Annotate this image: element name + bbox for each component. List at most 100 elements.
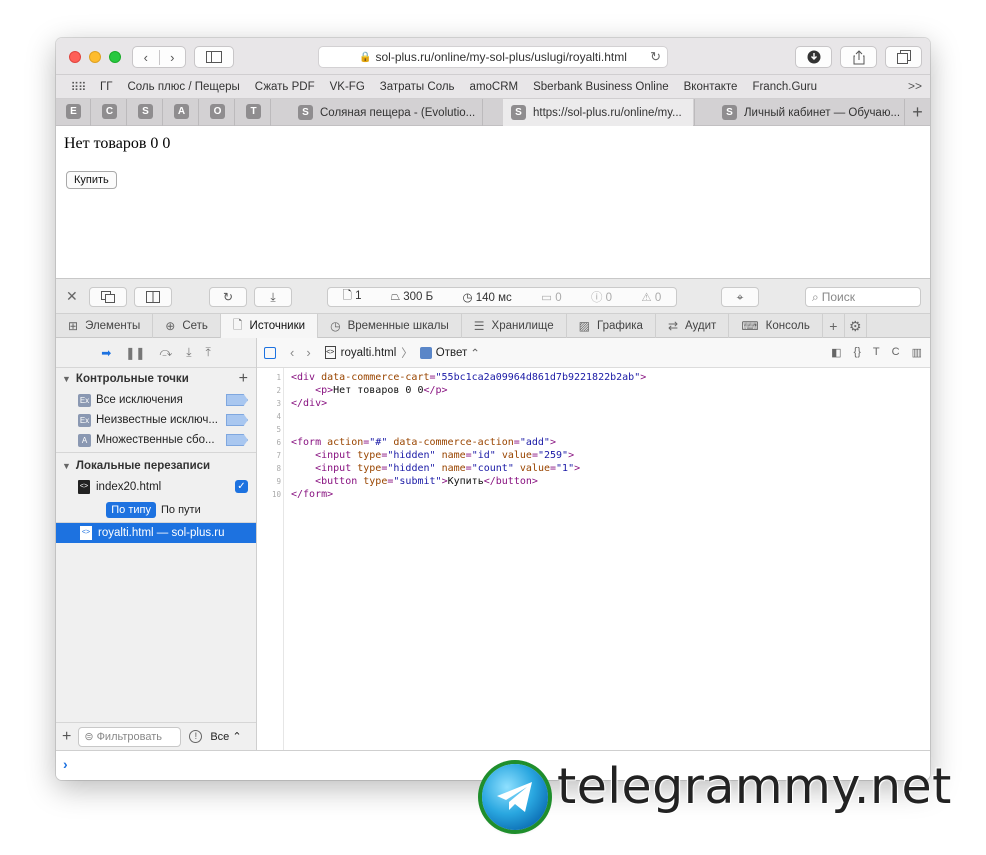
overrides-header[interactable]: ▼ Локальные перезаписи: [56, 455, 256, 477]
bookmark[interactable]: Сжать PDF: [255, 81, 315, 93]
bookmark[interactable]: Sberbank Business Online: [533, 81, 669, 93]
share-button[interactable]: [840, 46, 877, 68]
breadcrumb-response[interactable]: Ответ ⌃: [419, 346, 480, 360]
filter-input[interactable]: ⊜ Фильтровать: [78, 726, 182, 747]
line-number[interactable]: 10: [257, 490, 281, 499]
step-over-icon[interactable]: ⤼: [159, 345, 172, 360]
grid-icon[interactable]: ⠿⠿: [56, 80, 100, 94]
close-icon[interactable]: ✕: [66, 288, 78, 305]
line-number[interactable]: 2: [257, 386, 281, 395]
minimize-window-button[interactable]: [89, 51, 101, 63]
blackbox-icon[interactable]: ◧: [831, 346, 841, 359]
breakpoint-item[interactable]: A Множественные сбо...: [56, 430, 256, 450]
warnings-count: ⚠ 0: [641, 292, 662, 304]
pinned-tab[interactable]: S: [138, 104, 153, 119]
add-icon[interactable]: +: [62, 728, 71, 746]
details-sidebar-icon[interactable]: ▥: [912, 346, 922, 359]
pinned-tab[interactable]: E: [66, 104, 81, 119]
bookmark[interactable]: Затраты Соль: [380, 81, 455, 93]
inspect-button[interactable]: ⌖: [721, 287, 759, 307]
history-nav-icons[interactable]: ‹›: [290, 345, 323, 360]
split-button[interactable]: [134, 287, 172, 307]
bookmark[interactable]: amoCRM: [470, 81, 519, 93]
tab-graphics[interactable]: ▨ Графика: [567, 314, 656, 338]
navigator-toggle-icon[interactable]: [264, 346, 276, 359]
line-number[interactable]: 5: [257, 425, 281, 434]
address-bar[interactable]: 🔒 sol-plus.ru/online/my-sol-plus/uslugi/…: [318, 46, 668, 68]
line-number[interactable]: 1: [257, 373, 281, 382]
bookmark[interactable]: VK-FG: [330, 81, 365, 93]
tab-storage[interactable]: ☰ Хранилище: [462, 314, 567, 338]
tab-console[interactable]: ⌨ Консоль: [729, 314, 823, 338]
tab-audit[interactable]: ⇄ Аудит: [656, 314, 730, 338]
info-icon[interactable]: !: [189, 730, 203, 743]
undock-button[interactable]: [89, 287, 127, 307]
checkbox-checked-icon[interactable]: ✓: [235, 480, 248, 493]
pretty-print-icon[interactable]: {}: [854, 346, 861, 359]
tab-timelines[interactable]: ◷ Временные шкалы: [318, 314, 462, 338]
reload-page-button[interactable]: ↻: [209, 287, 247, 307]
bookmark[interactable]: ГГ: [100, 81, 112, 93]
bookmark[interactable]: Вконтакте: [684, 81, 738, 93]
back-icon[interactable]: ‹: [133, 49, 160, 65]
group-by-type[interactable]: По типу: [106, 501, 156, 518]
line-number[interactable]: 4: [257, 412, 281, 421]
resource-item-selected[interactable]: <> royalti.html — sol-plus.ru: [56, 523, 256, 543]
browser-tab-active[interactable]: S https://sol-plus.ru/online/my...: [503, 99, 693, 126]
add-tab-icon[interactable]: +: [823, 314, 845, 337]
breadcrumb-file[interactable]: <> royalti.html: [324, 346, 396, 359]
line-number[interactable]: 9: [257, 477, 281, 486]
add-breakpoint-icon[interactable]: +: [239, 370, 248, 388]
coverage-icon[interactable]: C: [892, 346, 900, 359]
zoom-window-button[interactable]: [109, 51, 121, 63]
pause-icon[interactable]: ❚❚: [125, 346, 145, 360]
reload-icon[interactable]: ↻: [650, 49, 661, 65]
line-number[interactable]: 8: [257, 464, 281, 473]
pinned-tab[interactable]: T: [246, 104, 261, 119]
download-archive-button[interactable]: ⤓: [254, 287, 292, 307]
graphics-icon: ▨: [578, 319, 590, 333]
sidebar-toggle-button[interactable]: [194, 46, 234, 68]
tab-sources[interactable]: 🗋 Источники: [220, 314, 319, 338]
group-by-path[interactable]: По пути: [156, 502, 206, 518]
step-out-icon[interactable]: ⤒: [206, 345, 211, 360]
close-window-button[interactable]: [69, 51, 81, 63]
buy-button[interactable]: Купить: [66, 171, 117, 189]
forward-icon[interactable]: ›: [160, 50, 186, 65]
pinned-tab[interactable]: A: [174, 104, 189, 119]
breakpoint-flag-icon[interactable]: [226, 434, 248, 446]
line-number[interactable]: 7: [257, 451, 281, 460]
source-code[interactable]: 1 2 3 4 5 6 7 8 9 10 <div data-commerce-cart="55b…: [257, 368, 930, 750]
bookmark[interactable]: Соль плюс / Пещеры: [127, 81, 239, 93]
breakpoints-header[interactable]: ▼ Контрольные точки +: [56, 368, 256, 390]
line-number[interactable]: 3: [257, 399, 281, 408]
scope-select[interactable]: Все ⌃: [210, 730, 241, 743]
override-item[interactable]: <> index20.html ✓: [56, 477, 256, 497]
tab-favicon: S: [511, 105, 526, 120]
tab-network[interactable]: ⊕ Сеть: [153, 314, 221, 338]
line-number[interactable]: 6: [257, 438, 281, 447]
tabs-overview-button[interactable]: [885, 46, 922, 68]
browser-tab[interactable]: S Соляная пещера - (Evolutio...: [290, 99, 482, 126]
resources-count: 🗋 1: [342, 289, 362, 302]
new-tab-button[interactable]: +: [904, 99, 930, 126]
breakpoints-toggle-icon[interactable]: ➡: [101, 346, 111, 360]
downloads-button[interactable]: [795, 46, 832, 68]
browser-tab[interactable]: S Личный кабинет — Обучаю...: [714, 99, 904, 126]
bookmarks-overflow-button[interactable]: >>: [908, 79, 922, 93]
breakpoint-flag-icon[interactable]: [226, 394, 248, 406]
tab-favicon: S: [298, 105, 313, 120]
breakpoint-item[interactable]: Ex Все исключения: [56, 390, 256, 410]
code-line: <div data-commerce-cart="55bc1ca2a09964d…: [291, 372, 647, 383]
breakpoint-flag-icon[interactable]: [226, 414, 248, 426]
pinned-tab[interactable]: O: [210, 104, 225, 119]
step-in-icon[interactable]: ⤓: [186, 345, 191, 360]
type-info-icon[interactable]: T: [873, 346, 880, 359]
tab-elements[interactable]: ⊞ Элементы: [56, 314, 154, 338]
breakpoint-item[interactable]: Ex Неизвестные исключ...: [56, 410, 256, 430]
pinned-tab[interactable]: C: [102, 104, 117, 119]
dashboard-stats[interactable]: 🗋 1 ⏢ 300 Б ◷ 140 мс ▭ 0 ⓘ 0 ⚠ 0: [327, 287, 677, 307]
bookmark[interactable]: Franch.Guru: [752, 81, 817, 93]
search-input[interactable]: ⌕ Поиск: [805, 287, 921, 307]
gear-icon[interactable]: ⚙: [845, 314, 867, 337]
